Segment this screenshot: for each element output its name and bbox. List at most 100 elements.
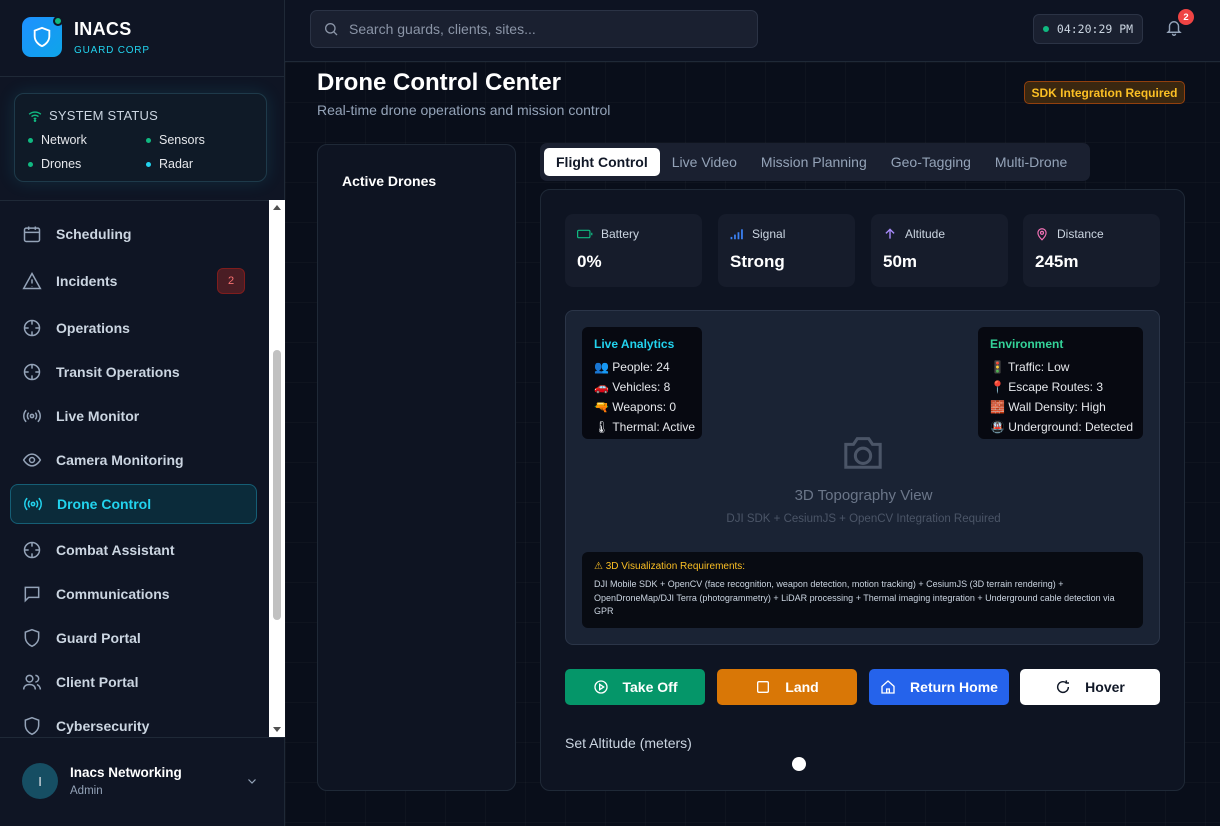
scrollbar-thumb[interactable] [273, 350, 281, 620]
distance-stat-card: Distance 245m [1023, 214, 1160, 287]
env-traffic: 🚦 Traffic: Low [990, 360, 1070, 374]
incidents-count-badge: 2 [217, 268, 245, 294]
status-dot [146, 161, 151, 167]
tab-flight-control[interactable]: Flight Control [544, 148, 660, 176]
topography-viewport[interactable]: Live Analytics 👥 People: 24 🚗 Vehicles: … [565, 310, 1160, 645]
search-input[interactable] [349, 21, 739, 37]
sidebar-item-guard-portal[interactable]: Guard Portal [10, 618, 257, 658]
sidebar-item-combat-assistant[interactable]: Combat Assistant [10, 530, 257, 570]
button-label: Take Off [622, 679, 678, 695]
stat-label: Altitude [883, 227, 945, 241]
land-button[interactable]: Land [717, 669, 857, 705]
scroll-down-arrow-icon[interactable] [273, 727, 281, 732]
sidebar-item-transit-operations[interactable]: Transit Operations [10, 352, 257, 392]
system-status-label: SYSTEM STATUS [49, 108, 159, 123]
sidebar-item-camera-monitoring[interactable]: Camera Monitoring [10, 440, 257, 480]
sidebar-item-label: Incidents [56, 273, 118, 289]
battery-value: 0% [577, 252, 602, 271]
requirements-title: ⚠ 3D Visualization Requirements: [594, 561, 746, 572]
env-wall-density: 🧱 Wall Density: High [990, 400, 1106, 414]
sdk-status-badge: SDK Integration Required [1024, 81, 1185, 104]
sidebar-scrollbar[interactable] [269, 200, 285, 737]
radio-icon [24, 497, 42, 511]
tab-multi-drone[interactable]: Multi-Drone [983, 148, 1079, 176]
clock-time: 04:20:29 PM [1056, 22, 1134, 36]
env-escape-routes: 📍 Escape Routes: 3 [990, 380, 1103, 394]
chevron-down-icon[interactable] [246, 775, 258, 787]
sidebar: INACS GUARD CORP SYSTEM STATUS Network S… [0, 0, 285, 826]
sidebar-item-cybersecurity[interactable]: Cybersecurity [10, 706, 257, 737]
notification-count-badge: 2 [1178, 9, 1194, 25]
wifi-icon [28, 110, 42, 122]
user-menu[interactable]: I Inacs Networking Admin [0, 737, 284, 826]
button-label: Return Home [910, 679, 998, 695]
sidebar-item-live-monitor[interactable]: Live Monitor [10, 396, 257, 436]
sidebar-nav: Scheduling Incidents 2 Operations Transi… [0, 200, 285, 737]
status-label: Drones [41, 157, 82, 171]
status-label: Radar [159, 157, 194, 171]
environment-title: Environment [990, 337, 1064, 351]
altitude-slider-handle[interactable] [792, 757, 806, 771]
sidebar-item-scheduling[interactable]: Scheduling [10, 214, 257, 254]
stat-label-text: Distance [1057, 227, 1104, 241]
tab-mission-planning[interactable]: Mission Planning [749, 148, 879, 176]
live-analytics-overlay: Live Analytics 👥 People: 24 🚗 Vehicles: … [582, 327, 702, 439]
user-role: Admin [70, 785, 103, 797]
eye-icon [22, 453, 42, 467]
status-dot [28, 137, 33, 143]
square-icon [757, 681, 770, 693]
status-sensors: Sensors [146, 133, 205, 147]
analytics-thermal: 🌡 Thermal: Active [594, 420, 696, 434]
topography-subtitle: DJI SDK + CesiumJS + OpenCV Integration … [726, 513, 1001, 525]
message-icon [24, 586, 40, 603]
sidebar-item-operations[interactable]: Operations [10, 308, 257, 348]
signal-icon [730, 229, 743, 240]
hover-button[interactable]: Hover [1020, 669, 1160, 705]
sidebar-item-label: Cybersecurity [56, 718, 150, 734]
take-off-button[interactable]: Take Off [565, 669, 705, 705]
sidebar-item-label: Transit Operations [56, 364, 180, 380]
camera-icon [844, 437, 882, 469]
status-label: Network [41, 133, 87, 147]
stat-label-text: Signal [752, 227, 786, 241]
sidebar-item-client-portal[interactable]: Client Portal [10, 662, 257, 702]
tab-geo-tagging[interactable]: Geo-Tagging [879, 148, 983, 176]
status-dot [146, 137, 151, 143]
tab-live-video[interactable]: Live Video [660, 148, 749, 176]
brand-subtitle: GUARD CORP [74, 45, 150, 56]
scroll-up-arrow-icon[interactable] [273, 205, 281, 210]
sidebar-item-label: Guard Portal [56, 630, 141, 646]
stat-label: Battery [577, 227, 639, 241]
crosshair-icon [23, 541, 41, 559]
status-network: Network [28, 133, 87, 147]
shield-icon [33, 26, 51, 48]
avatar: I [22, 763, 58, 799]
return-home-button[interactable]: Return Home [869, 669, 1009, 705]
main-content: Drone Control Center Real-time drone ope… [285, 62, 1220, 826]
sidebar-item-drone-control[interactable]: Drone Control [10, 484, 257, 524]
stat-label: Signal [730, 227, 785, 241]
alert-triangle-icon [22, 271, 42, 290]
page-subtitle: Real-time drone operations and mission c… [317, 102, 611, 118]
map-pin-icon [1037, 228, 1047, 241]
live-analytics-title: Live Analytics [594, 337, 675, 351]
button-label: Land [785, 679, 819, 695]
distance-value: 245m [1035, 252, 1079, 271]
search-bar[interactable] [310, 10, 758, 48]
analytics-weapons: 🔫 Weapons: 0 [594, 400, 677, 414]
search-icon [325, 23, 338, 36]
rotate-icon [1057, 680, 1070, 694]
online-indicator [53, 16, 63, 26]
sidebar-item-incidents[interactable]: Incidents 2 [10, 261, 257, 301]
user-name: Inacs Networking [70, 765, 182, 780]
sidebar-item-label: Camera Monitoring [56, 452, 184, 468]
signal-value: Strong [730, 252, 785, 271]
requirements-box: ⚠ 3D Visualization Requirements: DJI Mob… [582, 552, 1143, 628]
sidebar-item-label: Operations [56, 320, 130, 336]
calendar-icon [23, 226, 41, 243]
env-underground: 🚇 Underground: Detected [990, 420, 1134, 434]
analytics-people: 👥 People: 24 [594, 360, 670, 374]
stat-label: Distance [1035, 227, 1104, 241]
shield-icon [24, 716, 40, 736]
sidebar-item-communications[interactable]: Communications [10, 574, 257, 614]
